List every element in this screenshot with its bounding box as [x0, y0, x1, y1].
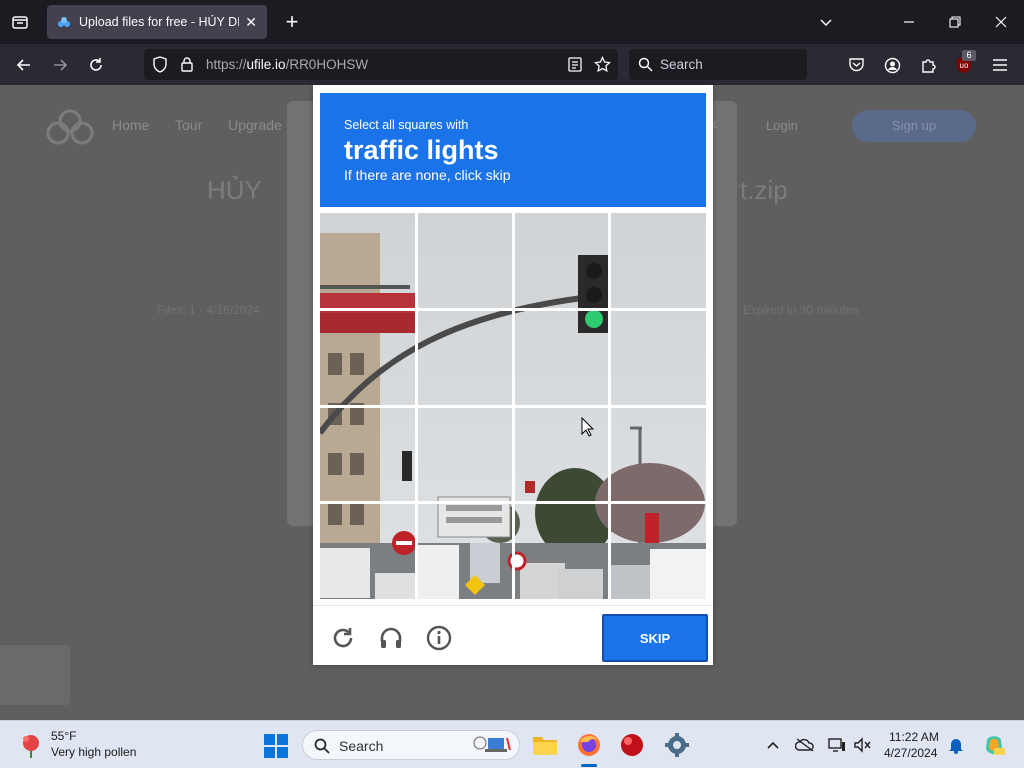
file-title-right: t.zip — [740, 175, 788, 205]
tab-title: Upload files for free - HỦY DIỆT — [79, 15, 240, 29]
file-title-left: HỦY — [207, 175, 262, 205]
grid-divider — [320, 404, 706, 408]
clock-date[interactable]: 4/27/2024 — [884, 746, 937, 760]
browser-tab-active[interactable]: Upload files for free - HỦY DIỆT ✕ — [47, 5, 267, 39]
captcha-tile-3[interactable] — [513, 213, 610, 310]
captcha-tile-11[interactable] — [513, 406, 610, 503]
volume-muted-icon[interactable] — [852, 735, 872, 755]
search-icon — [314, 738, 330, 754]
extensions-puzzle-icon[interactable] — [915, 52, 941, 78]
captcha-tile-7[interactable] — [513, 310, 610, 407]
captcha-tile-10[interactable] — [417, 406, 514, 503]
captcha-instructions: Select all squares with traffic lights I… — [320, 93, 706, 207]
windows-start-icon[interactable] — [264, 734, 288, 758]
copilot-icon[interactable] — [982, 735, 1006, 755]
onedrive-offline-icon[interactable] — [795, 735, 815, 755]
search-highlight-icon — [473, 736, 511, 752]
captcha-tile-15[interactable] — [513, 503, 610, 600]
forward-arrow-icon[interactable] — [47, 52, 73, 78]
file-meta-left: Files: 1 · 4/16/2024 — [157, 303, 260, 317]
url-bar[interactable]: https://ufile.io/RR0HOHSW — [144, 49, 618, 80]
account-icon[interactable] — [879, 52, 905, 78]
instruction-line: Select all squares with — [344, 118, 469, 132]
captcha-tile-4[interactable] — [610, 213, 707, 310]
tray-chevron-up-icon[interactable] — [763, 735, 783, 755]
settings-gear-icon[interactable] — [662, 730, 692, 760]
active-app-indicator — [581, 764, 597, 767]
display-network-icon[interactable] — [827, 735, 847, 755]
taskbar-search[interactable]: Search — [302, 730, 520, 760]
url-text: https://ufile.io/RR0HOHSW — [206, 57, 369, 72]
grid-divider — [320, 308, 706, 311]
reader-view-icon[interactable] — [568, 57, 582, 72]
list-all-tabs-chevron-icon[interactable] — [814, 10, 838, 34]
red-ball-app-icon[interactable] — [617, 730, 647, 760]
clock-time[interactable]: 11:22 AM — [889, 730, 939, 744]
instruction-target: traffic lights — [344, 135, 499, 165]
site-nav-tour[interactable]: Tour — [175, 117, 202, 133]
svg-text:uo: uo — [960, 61, 969, 70]
site-nav: Home Tour Upgrade — [112, 117, 304, 133]
recaptcha-badge — [0, 645, 70, 705]
captcha-tile-5[interactable] — [320, 310, 417, 407]
tab-list-icon[interactable] — [8, 10, 32, 34]
captcha-challenge: Select all squares with traffic lights I… — [313, 85, 713, 665]
pollen-icon — [23, 735, 39, 758]
grid-divider — [320, 501, 706, 504]
skip-button[interactable]: SKIP — [602, 614, 708, 662]
instruction-hint: If there are none, click skip — [344, 167, 511, 183]
tab-close-icon[interactable]: ✕ — [245, 14, 257, 31]
captcha-tile-14[interactable] — [417, 503, 514, 600]
reload-page-icon[interactable] — [83, 52, 109, 78]
search-placeholder: Search — [660, 57, 703, 72]
captcha-image-grid — [320, 213, 706, 599]
browser-tab-bar: Upload files for free - HỦY DIỆT ✕ + — [0, 0, 1024, 44]
reload-icon[interactable] — [329, 624, 357, 652]
captcha-tile-16[interactable] — [610, 503, 707, 600]
bookmark-star-icon[interactable] — [594, 56, 611, 73]
login-link[interactable]: Login — [766, 118, 798, 133]
windows-taskbar: 55°F Very high pollen Search 11:22 AM 4/… — [0, 720, 1024, 768]
firefox-icon[interactable] — [574, 730, 604, 760]
search-icon — [638, 57, 653, 72]
captcha-tile-6[interactable] — [417, 310, 514, 407]
captcha-tile-9[interactable] — [320, 406, 417, 503]
site-nav-home[interactable]: Home — [112, 117, 149, 133]
headphones-icon[interactable] — [377, 624, 405, 652]
taskbar-search-label: Search — [339, 738, 384, 754]
ufile-logo-icon — [46, 109, 94, 145]
captcha-tile-2[interactable] — [417, 213, 514, 310]
extension-badge: 6 — [962, 50, 976, 61]
hamburger-menu-icon[interactable] — [987, 52, 1013, 78]
captcha-tile-1[interactable] — [320, 213, 417, 310]
browser-nav-bar: https://ufile.io/RR0HOHSW Search uo — [0, 44, 1024, 85]
site-nav-upgrade[interactable]: Upgrade — [228, 117, 282, 133]
mouse-cursor-icon — [581, 417, 595, 437]
ufile-favicon-icon — [58, 17, 70, 27]
back-arrow-icon[interactable] — [11, 52, 37, 78]
captcha-footer: SKIP — [313, 605, 713, 665]
minimize-icon[interactable] — [897, 10, 921, 34]
captcha-tile-8[interactable] — [610, 310, 707, 407]
search-bar[interactable]: Search — [629, 49, 807, 80]
pocket-icon[interactable] — [843, 52, 869, 78]
weather-temperature: 55°F — [51, 729, 77, 743]
file-meta-right: Expired in 30 minutes — [743, 303, 859, 317]
signup-button[interactable]: Sign up — [852, 110, 976, 142]
captcha-tile-12[interactable] — [610, 406, 707, 503]
info-icon[interactable] — [425, 624, 453, 652]
close-window-icon[interactable] — [989, 10, 1013, 34]
captcha-tile-13[interactable] — [320, 503, 417, 600]
notification-bell-icon[interactable] — [946, 735, 966, 755]
lock-icon[interactable] — [180, 56, 194, 73]
restore-icon[interactable] — [943, 10, 967, 34]
weather-description: Very high pollen — [51, 745, 137, 759]
file-explorer-icon[interactable] — [530, 730, 560, 760]
new-tab-button[interactable]: + — [280, 10, 304, 34]
shield-icon[interactable] — [152, 56, 168, 73]
